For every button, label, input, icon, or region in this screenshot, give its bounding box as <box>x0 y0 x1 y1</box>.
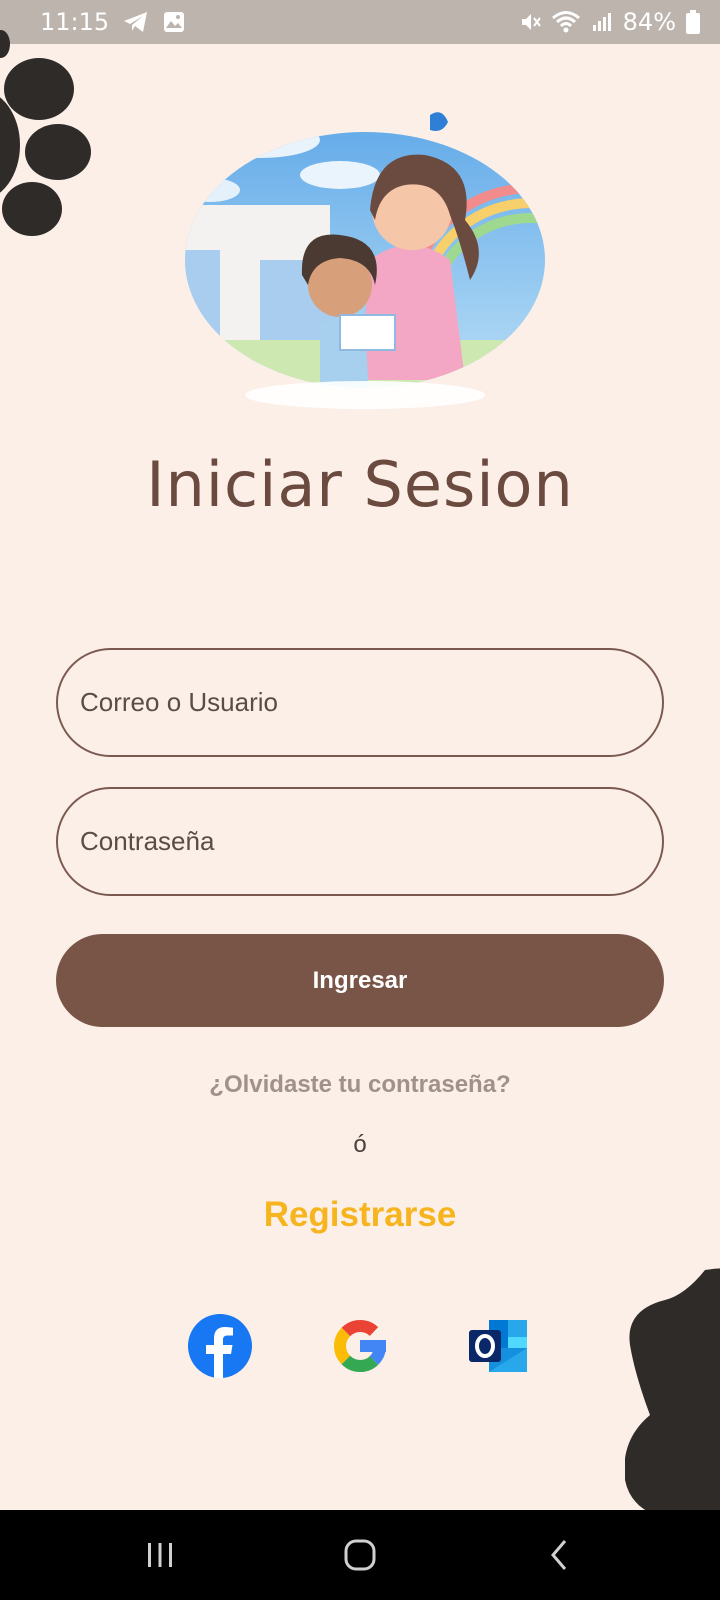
recent-apps-button[interactable] <box>130 1525 190 1585</box>
blob-decoration <box>625 1268 720 1515</box>
clock: 11:15 <box>40 8 110 36</box>
home-button[interactable] <box>330 1525 390 1585</box>
outlook-login-button[interactable] <box>465 1312 533 1380</box>
username-placeholder: Correo o Usuario <box>80 687 278 717</box>
google-icon <box>334 1320 386 1372</box>
facebook-login-button[interactable] <box>186 1312 254 1380</box>
or-separator: ó <box>353 1131 367 1158</box>
home-icon <box>344 1539 376 1571</box>
wifi-icon <box>551 10 581 34</box>
hero-illustration <box>185 112 545 409</box>
telegram-icon <box>123 11 149 33</box>
back-icon <box>551 1540 567 1570</box>
status-bar: 11:15 84% <box>0 0 720 44</box>
gallery-icon <box>163 11 185 33</box>
forgot-password-link[interactable]: ¿Olvidaste tu contraseña? <box>0 1071 720 1099</box>
login-button[interactable]: Ingresar <box>56 934 664 1027</box>
battery-percent: 84% <box>622 8 676 36</box>
signal-icon <box>591 11 613 33</box>
password-placeholder: Contraseña <box>80 826 215 856</box>
page-title: Iniciar Sesion <box>146 448 574 521</box>
battery-icon <box>686 10 700 34</box>
google-login-button[interactable] <box>326 1312 394 1380</box>
facebook-icon <box>188 1314 252 1378</box>
password-field[interactable]: Contraseña <box>56 787 664 896</box>
system-nav-bar <box>0 1510 720 1600</box>
outlook-icon <box>469 1320 527 1372</box>
recent-apps-icon <box>148 1543 172 1567</box>
register-link[interactable]: Registrarse <box>0 1195 720 1235</box>
back-button[interactable] <box>530 1525 590 1585</box>
mute-icon <box>519 11 541 33</box>
username-field[interactable]: Correo o Usuario <box>56 648 664 757</box>
